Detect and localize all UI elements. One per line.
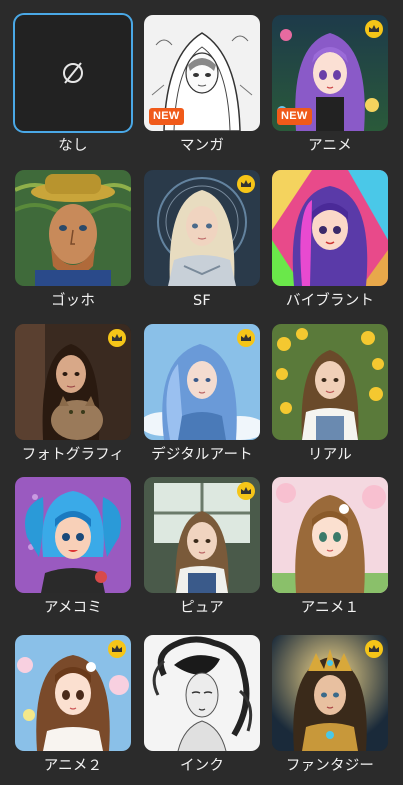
style-label: SF (193, 293, 211, 309)
manga-thumbnail: NEW (144, 15, 260, 131)
style-label: なし (58, 138, 88, 154)
style-label: アニメ２ (43, 758, 103, 774)
vibrant-thumbnail (272, 170, 388, 286)
photography-thumbnail (15, 324, 131, 440)
american-comic-thumbnail (15, 477, 131, 593)
crown-icon (108, 640, 126, 658)
style-label: アニメ (308, 138, 352, 154)
style-label: ファンタジー (285, 758, 375, 774)
style-label: アニメ１ (300, 600, 360, 616)
none-icon (15, 15, 131, 131)
style-label: フォトグラフィ (21, 447, 125, 463)
anime2-thumbnail (15, 635, 131, 751)
ink-thumbnail (144, 635, 260, 751)
real-thumbnail (272, 324, 388, 440)
style-label: バイブラント (285, 293, 375, 309)
pure-thumbnail (144, 477, 260, 593)
crown-icon (237, 175, 255, 193)
style-label: デジタルアート (151, 447, 253, 463)
new-badge: NEW (149, 108, 184, 125)
style-grid: なし NEW マンガ NEW アニメ ゴッホ SF バイブラント フォトグラフィ… (0, 0, 403, 785)
new-badge: NEW (277, 108, 312, 125)
crown-icon (237, 329, 255, 347)
anime-thumbnail: NEW (272, 15, 388, 131)
style-label: ゴッホ (50, 293, 96, 309)
fantasy-thumbnail (272, 635, 388, 751)
crown-icon (108, 329, 126, 347)
crown-icon (365, 20, 383, 38)
digital-art-thumbnail (144, 324, 260, 440)
style-label: リアル (308, 447, 352, 463)
gogh-thumbnail (15, 170, 131, 286)
anime1-thumbnail (272, 477, 388, 593)
sf-thumbnail (144, 170, 260, 286)
crown-icon (237, 482, 255, 500)
style-label: マンガ (179, 138, 225, 154)
style-thumbnail (15, 15, 131, 131)
crown-icon (365, 640, 383, 658)
style-label: インク (179, 758, 225, 774)
style-label: ピュア (180, 600, 224, 616)
style-label: アメコミ (43, 600, 103, 616)
